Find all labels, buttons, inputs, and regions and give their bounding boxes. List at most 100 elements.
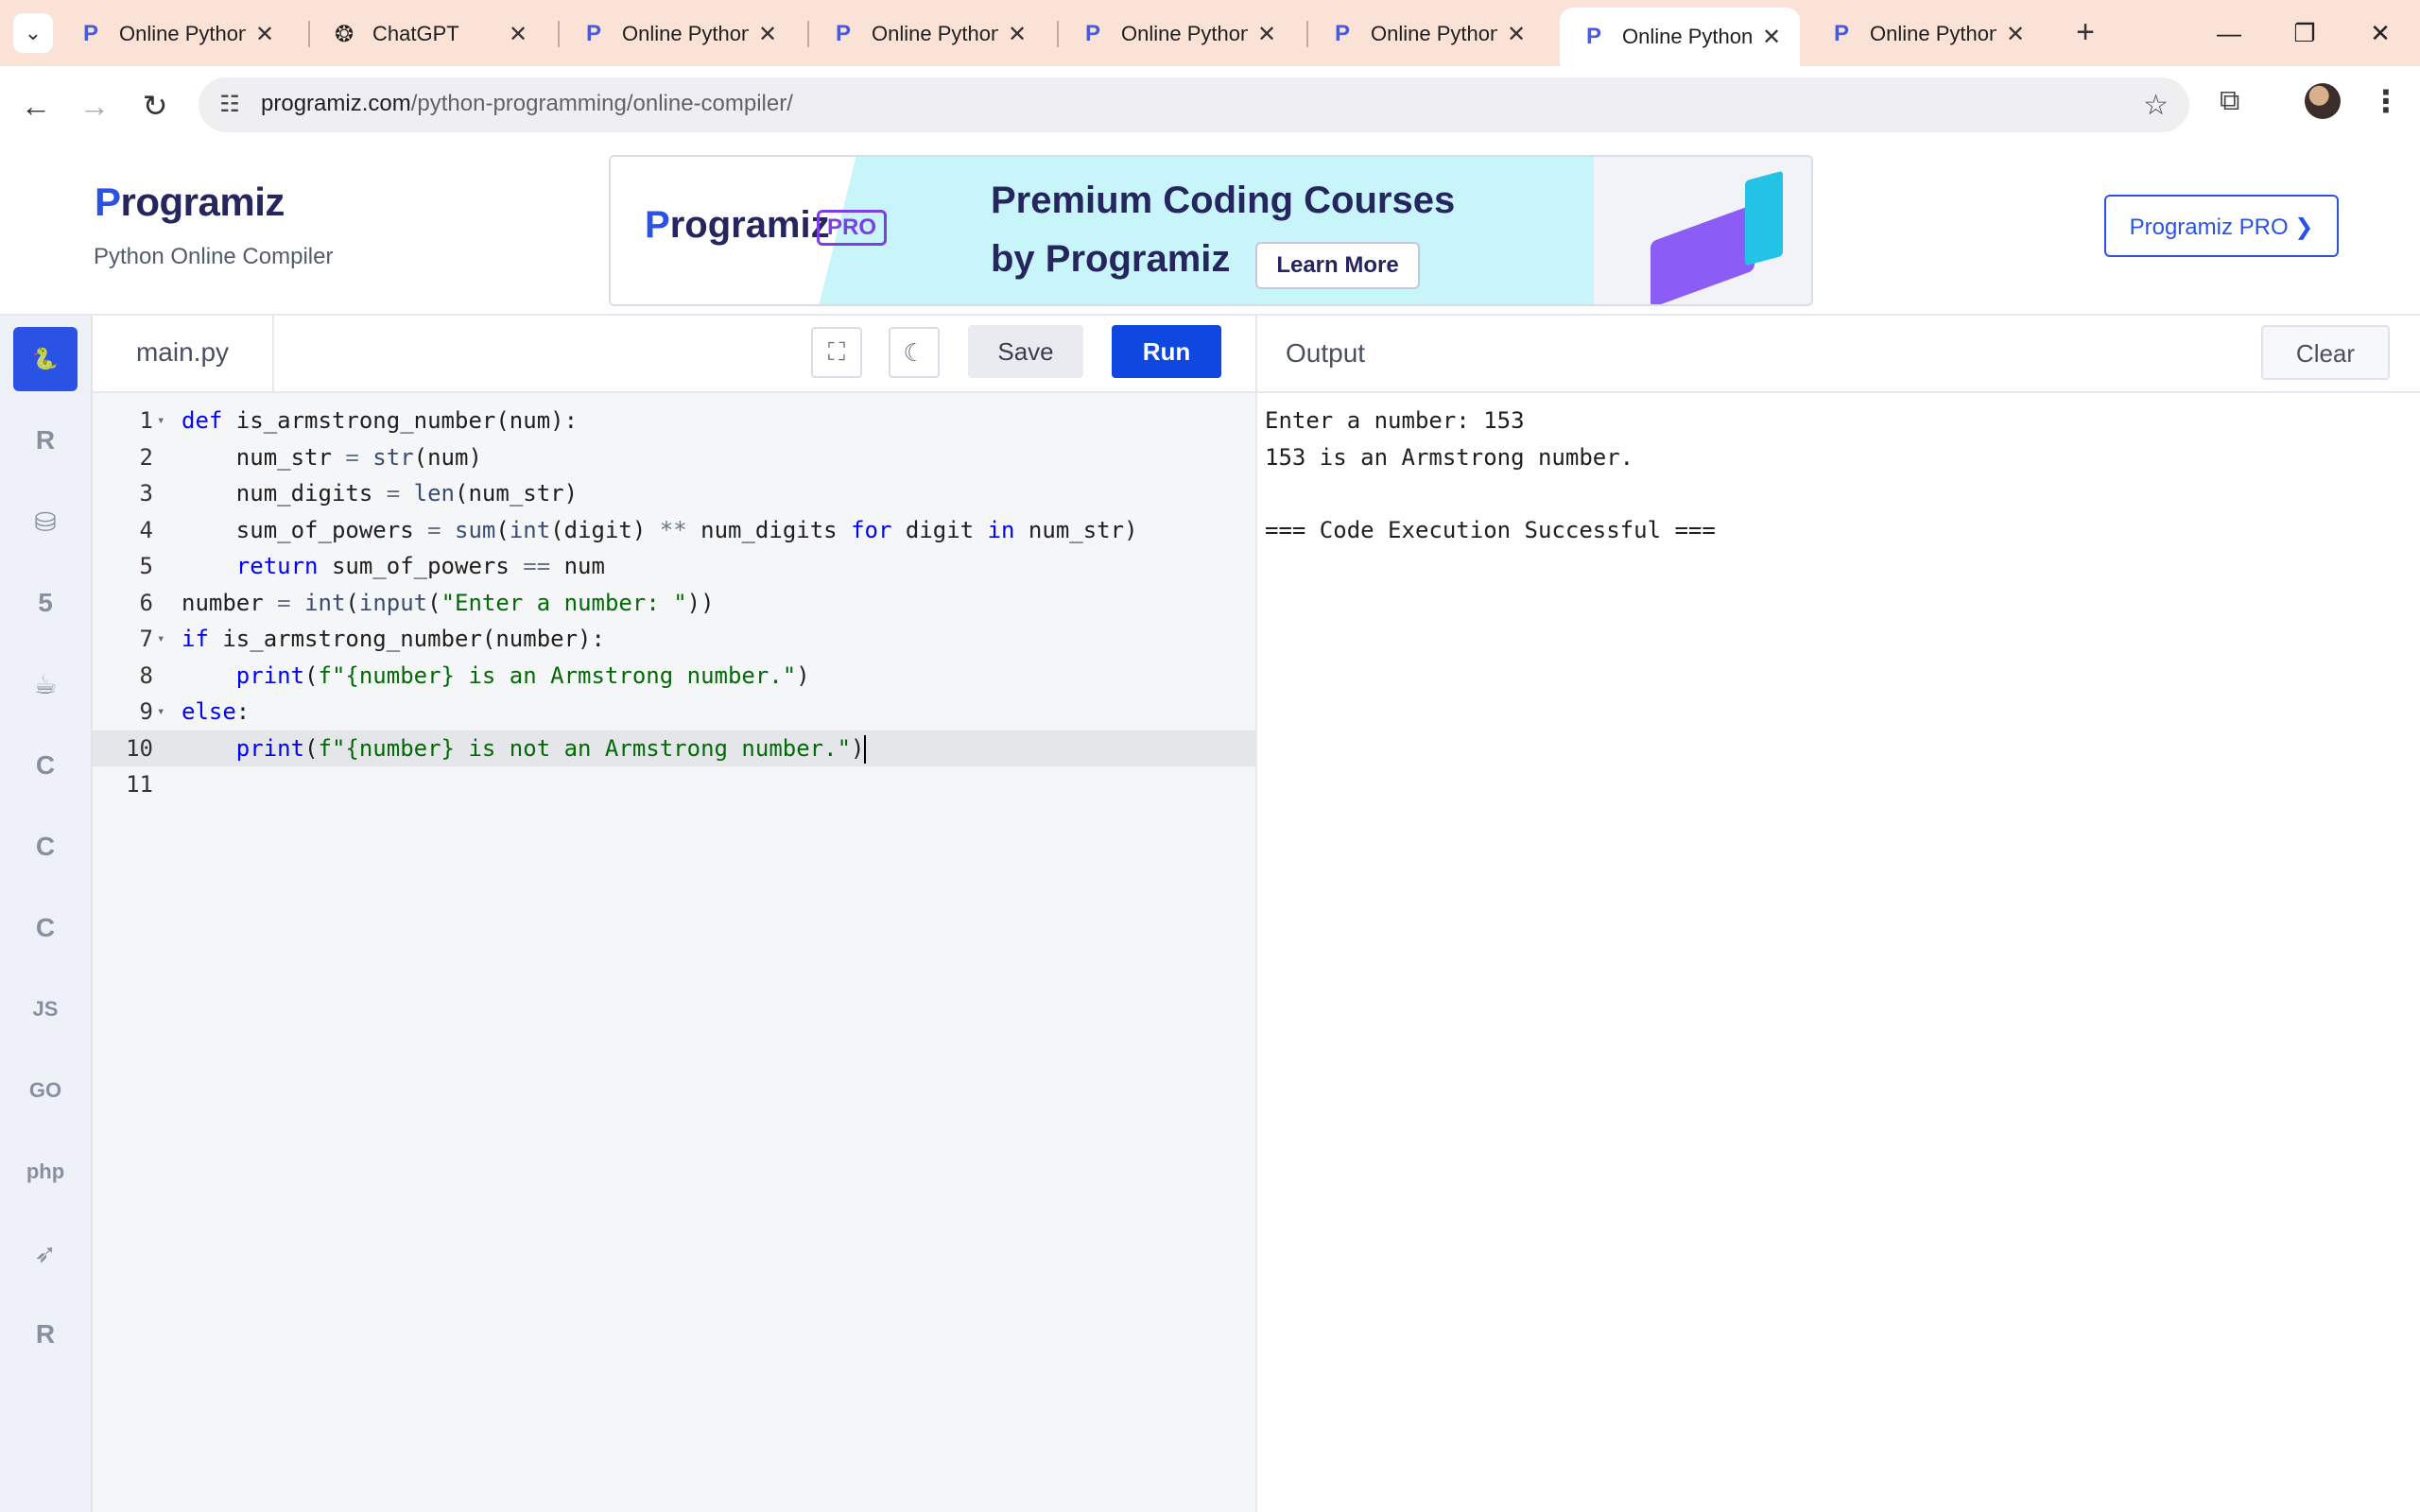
line-number: 7 [139, 626, 153, 652]
new-tab-button[interactable]: + [2066, 13, 2104, 51]
tab-close-icon[interactable]: ✕ [499, 21, 537, 48]
promo-banner[interactable]: Programiz PRO Premium Coding Courses by … [609, 155, 1813, 306]
banner-headline-1: Premium Coding Courses [991, 180, 1456, 221]
minimize-icon: — [2217, 19, 2241, 47]
bookmark-star-icon[interactable]: ☆ [2143, 89, 2169, 122]
books-illustration [1745, 170, 1783, 266]
language-html-icon[interactable]: 5 [13, 571, 78, 635]
clear-button[interactable]: Clear [2261, 325, 2390, 380]
url-text[interactable]: programiz.com/python-programming/online-… [261, 91, 793, 117]
banner-learn-more-button[interactable]: Learn More [1255, 242, 1420, 289]
language-php-icon[interactable]: php [13, 1140, 78, 1204]
banner-pro-badge: PRO [817, 210, 888, 246]
programiz-icon: P [1585, 24, 1601, 49]
code-line[interactable]: 7 ▾ if is_armstrong_number(number): [93, 621, 1255, 657]
code-line[interactable]: 4 sum_of_powers = sum(int(digit) ** num_… [93, 512, 1255, 548]
code-line[interactable]: 10 print(f"{number} is not an Armstrong … [93, 730, 1255, 766]
banner-logo-rest: rogramiz [669, 204, 830, 246]
programiz-icon: P [1833, 21, 1849, 46]
code-line[interactable]: 11 [93, 766, 1255, 802]
line-number: 3 [139, 480, 153, 507]
language-sidebar: 🐍 R ⛁ 5 ☕ C C C JS GO php ➶ R [0, 316, 93, 1512]
browser-tab[interactable]: P Online Python ✕ [809, 8, 1046, 60]
restore-button[interactable]: ❐ [2267, 9, 2342, 57]
browser-tab[interactable]: P Online Python ✕ [1560, 8, 1800, 66]
tab-close-icon[interactable]: ✕ [1248, 21, 1286, 48]
tab-close-icon[interactable]: ✕ [1996, 21, 2034, 48]
browser-tab[interactable]: P Online Python ✕ [560, 8, 796, 60]
extensions-icon[interactable]: ⧉ [2220, 85, 2239, 117]
language-csharp-icon[interactable]: C [13, 896, 78, 960]
save-button[interactable]: Save [968, 325, 1083, 378]
code-line[interactable]: 3 num_digits = len(num_str) [93, 475, 1255, 511]
browser-tab[interactable]: ❂ ChatGPT ✕ [310, 8, 546, 60]
line-number: 2 [139, 443, 153, 471]
language-java-icon[interactable]: ☕ [13, 652, 78, 716]
page-subtitle: Python Online Compiler [94, 244, 334, 269]
browser-tab[interactable]: P Online Python ✕ [57, 8, 293, 60]
line-number: 10 [126, 734, 153, 762]
language-swift-icon[interactable]: ➶ [13, 1221, 78, 1285]
language-python-icon[interactable]: 🐍 [13, 327, 78, 391]
address-bar[interactable]: ☷ programiz.com/python-programming/onlin… [199, 77, 2189, 132]
close-window-button[interactable]: ✕ [2342, 9, 2418, 57]
url-path: /python-programming/online-compiler/ [410, 91, 793, 116]
tab-close-icon[interactable]: ✕ [246, 21, 284, 48]
tab-title: ChatGPT [372, 22, 459, 45]
tab-title: Online Python [1870, 22, 1996, 45]
back-button[interactable]: ← [13, 83, 59, 129]
code-line[interactable]: 2 num_str = str(num) [93, 439, 1255, 475]
chevron-down-icon: ⌄ [24, 21, 43, 44]
tab-close-icon[interactable]: ✕ [749, 21, 786, 48]
code-line[interactable]: 1 ▾ def is_armstrong_number(num): [93, 403, 1255, 438]
minimize-button[interactable]: — [2191, 9, 2267, 57]
language-r-icon[interactable]: R [13, 408, 78, 472]
reload-icon: ↻ [142, 89, 168, 123]
fullscreen-button[interactable]: ⛶ [811, 327, 862, 378]
language-go-icon[interactable]: GO [13, 1058, 78, 1123]
dark-mode-button[interactable]: ☾ [889, 327, 940, 378]
output-console[interactable]: Enter a number: 153 153 is an Armstrong n… [1255, 393, 2420, 1512]
code-line[interactable]: 8 print(f"{number} is an Armstrong numbe… [93, 658, 1255, 694]
code-text: num_str = str(num) [182, 443, 482, 471]
browser-tab[interactable]: P Online Python ✕ [1059, 8, 1295, 60]
reload-button[interactable]: ↻ [132, 83, 178, 129]
language-sql-icon[interactable]: ⛁ [13, 490, 78, 554]
language-cpp-icon[interactable]: C [13, 815, 78, 879]
profile-avatar[interactable] [2305, 83, 2341, 119]
tab-title: Online Python [1371, 22, 1497, 45]
language-rust-icon[interactable]: R [13, 1302, 78, 1366]
fold-toggle-icon[interactable]: ▾ [157, 621, 164, 657]
line-number: 6 [139, 589, 153, 616]
fullscreen-icon: ⛶ [827, 337, 846, 366]
code-text: print(f"{number} is not an Armstrong num… [235, 734, 867, 764]
line-number: 11 [126, 771, 153, 798]
forward-button[interactable]: → [72, 83, 117, 129]
language-js-icon[interactable]: JS [13, 977, 78, 1041]
programiz-logo[interactable]: Programiz [95, 180, 285, 225]
site-info-icon[interactable]: ☷ [216, 91, 244, 119]
fold-toggle-icon[interactable]: ▾ [157, 403, 164, 438]
browser-tab[interactable]: P Online Python ✕ [1308, 8, 1545, 60]
code-line[interactable]: 9 ▾ else: [93, 694, 1255, 730]
code-line[interactable]: 5 return sum_of_powers == num [93, 548, 1255, 584]
browser-menu-icon[interactable]: ⋮ [2371, 83, 2401, 119]
tab-title: Online Python [622, 22, 749, 45]
browser-tab[interactable]: P Online Python ✕ [1807, 8, 2044, 60]
language-c-icon[interactable]: C [13, 733, 78, 798]
code-text: else: [182, 698, 251, 725]
banner-headline-2: by Programiz [991, 238, 1231, 280]
tab-close-icon[interactable]: ✕ [998, 21, 1036, 48]
file-tab[interactable]: main.py [93, 316, 274, 391]
programiz-icon: P [585, 21, 601, 46]
tab-search-button[interactable]: ⌄ [13, 13, 53, 53]
run-button[interactable]: Run [1112, 325, 1221, 378]
code-editor[interactable]: 1 ▾ def is_armstrong_number(num): 2 num_str… [93, 393, 1255, 1512]
fold-toggle-icon[interactable]: ▾ [157, 694, 164, 730]
code-line[interactable]: 6 number = int(input("Enter a number: ")) [93, 585, 1255, 621]
restore-icon: ❐ [2293, 19, 2316, 47]
tab-close-icon[interactable]: ✕ [1497, 21, 1535, 48]
programiz-pro-button[interactable]: Programiz PRO ❯ [2104, 195, 2339, 257]
tab-title: Online Python [872, 22, 998, 45]
tab-close-icon[interactable]: ✕ [1753, 24, 1790, 51]
